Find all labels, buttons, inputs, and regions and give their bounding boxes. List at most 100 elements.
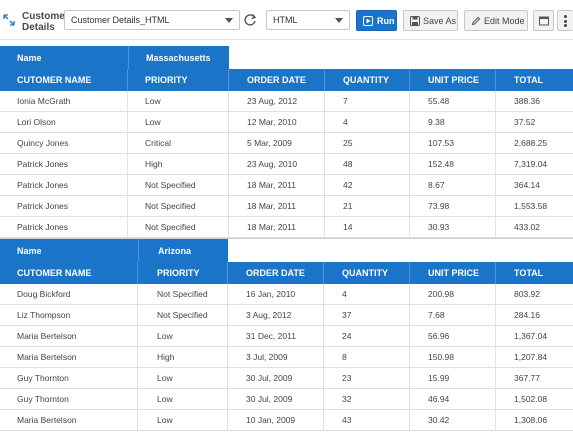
table-row: Patrick Jones Not Specified 18 Mar, 2011 42… xyxy=(0,175,573,196)
cell-value: 46.94 xyxy=(428,394,450,404)
cell-value: 803.92 xyxy=(514,289,540,299)
table-cell: 9.38 xyxy=(410,112,496,132)
column-header[interactable]: PRIORITY xyxy=(138,262,228,284)
column-header-row: CUTOMER NAME PRIORITY ORDER DATE QUANTIT… xyxy=(0,262,573,284)
cell-value: 37 xyxy=(342,310,352,320)
table-cell: 30.93 xyxy=(410,217,496,237)
cell-value: 24 xyxy=(342,331,352,341)
table-cell: Quincy Jones xyxy=(0,133,128,153)
table-cell: 23 Aug, 2010 xyxy=(229,154,325,174)
report-select[interactable]: Customer Details_HTML xyxy=(64,10,240,30)
table-cell: 37 xyxy=(324,305,410,325)
column-header[interactable]: TOTAL xyxy=(496,262,573,284)
cell-value: Quincy Jones xyxy=(17,138,69,148)
cell-value: 364.14 xyxy=(514,180,540,190)
table-row: Ionia McGrath Low 23 Aug, 2012 7 55.48 388.36 xyxy=(0,91,573,112)
table-cell: Not Specified xyxy=(138,284,228,304)
cell-value: 1,367.04 xyxy=(514,331,548,341)
cell-value: Lori Olson xyxy=(17,117,56,127)
table-cell: 3 Aug, 2012 xyxy=(228,305,324,325)
refresh-icon[interactable] xyxy=(242,12,258,28)
cell-value: 7.68 xyxy=(428,310,445,320)
column-header[interactable]: UNIT PRICE xyxy=(410,69,496,91)
table-cell: 8 xyxy=(324,347,410,367)
run-button[interactable]: Run xyxy=(356,10,397,31)
table-cell: 23 Aug, 2012 xyxy=(229,91,325,111)
format-select[interactable]: HTML xyxy=(266,10,350,30)
cell-value: 25 xyxy=(343,138,353,148)
column-header[interactable]: QUANTITY xyxy=(324,262,410,284)
edit-mode-button[interactable]: Edit Mode xyxy=(464,10,528,31)
run-icon xyxy=(363,16,373,26)
cell-value: 21 xyxy=(343,201,353,211)
table-cell: 12 Mar, 2010 xyxy=(229,112,325,132)
table-cell: Maria Bertelson xyxy=(0,326,138,346)
cell-value: Low xyxy=(145,117,161,127)
column-header[interactable]: CUTOMER NAME xyxy=(0,69,128,91)
table-cell: 56.96 xyxy=(410,326,496,346)
pencil-icon xyxy=(471,16,481,26)
table-cell: 30 Jul, 2009 xyxy=(228,368,324,388)
table-cell: 152.48 xyxy=(410,154,496,174)
table-cell: 284.16 xyxy=(496,305,573,325)
table-cell: 7 xyxy=(325,91,410,111)
cell-value: Low xyxy=(157,394,173,404)
cell-value: 12 Mar, 2010 xyxy=(247,117,297,127)
cell-value: 30 Jul, 2009 xyxy=(246,373,293,383)
column-header[interactable]: CUTOMER NAME xyxy=(0,262,138,284)
cell-value: 30 Jul, 2009 xyxy=(246,394,293,404)
table-cell: Guy Thornton xyxy=(0,389,138,409)
cell-value: 2,688.25 xyxy=(514,138,548,148)
cell-value: Patrick Jones xyxy=(17,201,69,211)
table-cell: 1,207.84 xyxy=(496,347,573,367)
cell-value: 8.67 xyxy=(428,180,445,190)
table-cell: 48 xyxy=(325,154,410,174)
table-cell: 3 Jul, 2009 xyxy=(228,347,324,367)
table-cell: 73.98 xyxy=(410,196,496,216)
cell-value: 284.16 xyxy=(514,310,540,320)
table-row: Guy Thornton Low 30 Jul, 2009 23 15.99 367.77 xyxy=(0,368,573,389)
table-cell: 55.48 xyxy=(410,91,496,111)
cell-value: Low xyxy=(157,373,173,383)
expand-icon[interactable] xyxy=(3,14,15,26)
table-cell: Not Specified xyxy=(138,305,228,325)
table-cell: 364.14 xyxy=(496,175,573,195)
preview-button[interactable] xyxy=(533,10,554,31)
save-as-button[interactable]: Save As xyxy=(403,10,458,31)
group-value: Massachusetts xyxy=(146,52,211,63)
chevron-down-icon xyxy=(225,18,233,23)
column-header[interactable]: ORDER DATE xyxy=(229,69,325,91)
table-cell: Not Specified xyxy=(128,196,229,216)
column-header[interactable]: TOTAL xyxy=(496,69,573,91)
column-header[interactable]: ORDER DATE xyxy=(228,262,324,284)
table-row: Guy Thornton Low 30 Jul, 2009 32 46.94 1,502.… xyxy=(0,389,573,410)
table-cell: Ionia McGrath xyxy=(0,91,128,111)
toolbar: Customer Details Customer Details_HTML H… xyxy=(0,0,573,40)
cell-value: 30.42 xyxy=(428,415,450,425)
cell-value: 43 xyxy=(342,415,352,425)
table-cell: Maria Bertelson xyxy=(0,347,138,367)
table-cell: 200.98 xyxy=(410,284,496,304)
table-cell: 32 xyxy=(324,389,410,409)
column-header[interactable]: PRIORITY xyxy=(128,69,229,91)
table-cell: Patrick Jones xyxy=(0,196,128,216)
table-cell: 21 xyxy=(325,196,410,216)
cell-value: Not Specified xyxy=(145,201,196,211)
group-value: Arizona xyxy=(158,245,192,256)
table-cell: Lori Olson xyxy=(0,112,128,132)
table-cell: 367.77 xyxy=(496,368,573,388)
cell-value: Liz Thompson xyxy=(17,310,71,320)
table-cell: 7.68 xyxy=(410,305,496,325)
cell-value: 15.99 xyxy=(428,373,450,383)
more-button[interactable] xyxy=(557,10,573,31)
column-header[interactable]: UNIT PRICE xyxy=(410,262,496,284)
table-cell: Low xyxy=(138,368,228,388)
cell-value: 14 xyxy=(343,222,353,232)
cell-value: 48 xyxy=(343,159,353,169)
cell-value: 30.93 xyxy=(428,222,450,232)
cell-value: 1,207.84 xyxy=(514,352,548,362)
table-cell: 4 xyxy=(325,112,410,132)
table-cell: Low xyxy=(138,410,228,430)
cell-value: 1,502.08 xyxy=(514,394,548,404)
column-header[interactable]: QUANTITY xyxy=(325,69,410,91)
